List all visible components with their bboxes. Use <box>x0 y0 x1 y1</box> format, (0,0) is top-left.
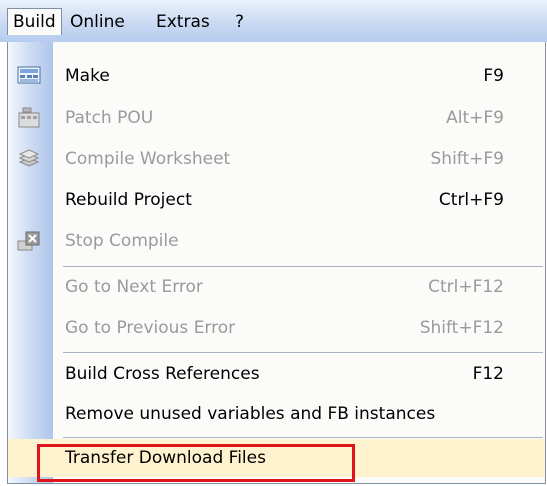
build-dropdown-menu: Make F9 Patch POU Alt+F9 Compile Workshe… <box>7 42 546 484</box>
stop-compile-icon <box>17 231 40 251</box>
menu-item-rebuild-project[interactable]: Rebuild Project Ctrl+F9 <box>8 181 545 219</box>
menu-item-shortcut: F12 <box>472 364 504 384</box>
menu-separator <box>63 437 543 438</box>
menu-item-stop-compile[interactable]: Stop Compile <box>8 222 545 260</box>
menu-item-label: Rebuild Project <box>65 190 192 210</box>
menu-item-compile-worksheet[interactable]: Compile Worksheet Shift+F9 <box>8 140 545 178</box>
menu-item-label: Build Cross References <box>65 364 260 384</box>
highlight-box <box>37 444 355 482</box>
menu-item-label: Stop Compile <box>65 231 179 251</box>
menu-bar: Build Online Extras ? <box>0 0 547 42</box>
menu-build-label: Build <box>13 12 56 32</box>
menu-separator <box>63 352 543 353</box>
menu-item-shortcut: Ctrl+F9 <box>438 190 504 210</box>
menu-build[interactable]: Build <box>7 8 62 35</box>
menu-separator <box>63 266 543 267</box>
menu-extras[interactable]: Extras <box>152 10 214 34</box>
menu-item-label: Remove unused variables and FB instances <box>65 404 436 424</box>
menu-item-label: Go to Previous Error <box>65 318 236 338</box>
menu-item-patch-pou[interactable]: Patch POU Alt+F9 <box>8 99 545 137</box>
menu-online-label: Online <box>70 12 125 32</box>
menu-item-shortcut: Ctrl+F12 <box>428 277 504 297</box>
menu-item-label: Patch POU <box>65 108 154 128</box>
menu-item-go-to-previous-error[interactable]: Go to Previous Error Shift+F12 <box>8 309 545 347</box>
menu-item-shortcut: Shift+F9 <box>430 149 504 169</box>
menu-item-shortcut: Shift+F12 <box>419 318 504 338</box>
menu-help-label: ? <box>235 12 245 32</box>
menu-item-remove-unused-variables[interactable]: Remove unused variables and FB instances <box>8 395 545 433</box>
patch-pou-icon <box>18 107 40 128</box>
menu-item-make[interactable]: Make F9 <box>8 57 545 95</box>
menu-help[interactable]: ? <box>231 10 248 34</box>
menu-item-shortcut: Alt+F9 <box>446 108 504 128</box>
compile-worksheet-icon <box>18 149 40 167</box>
menu-item-build-cross-references[interactable]: Build Cross References F12 <box>8 355 545 393</box>
menu-online[interactable]: Online <box>66 10 129 34</box>
menu-item-label: Make <box>65 66 110 86</box>
menu-item-label: Go to Next Error <box>65 277 203 297</box>
menu-item-shortcut: F9 <box>483 66 504 86</box>
menu-item-label: Compile Worksheet <box>65 149 231 169</box>
menu-item-go-to-next-error[interactable]: Go to Next Error Ctrl+F12 <box>8 268 545 306</box>
make-icon <box>17 66 41 84</box>
menu-extras-label: Extras <box>156 12 210 32</box>
